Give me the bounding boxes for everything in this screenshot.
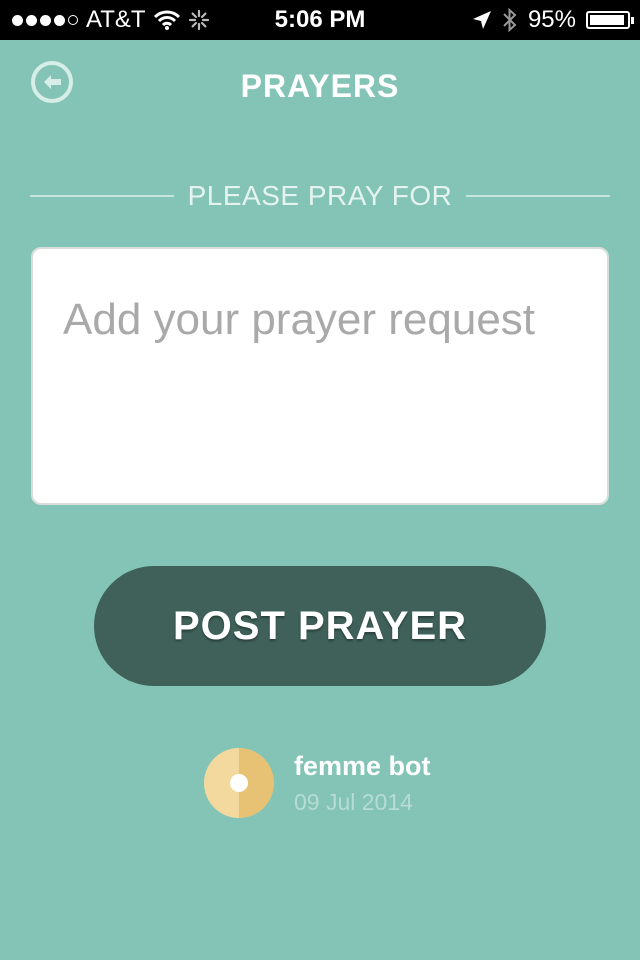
battery-icon [586, 11, 634, 29]
battery-percent: 95% [527, 6, 576, 33]
page-title: PRAYERS [240, 68, 400, 104]
user-name: femme bot [294, 750, 431, 781]
status-bar: AT&T 5:06 PM 95% [0, 0, 640, 40]
location-arrow-icon [472, 11, 491, 29]
status-bar-right: 95% [472, 0, 634, 40]
post-date: 09 Jul 2014 [294, 788, 413, 815]
avatar-icon [204, 748, 274, 818]
prayer-request-input[interactable] [31, 247, 609, 505]
battery-fill [590, 15, 625, 25]
divider-left [30, 195, 174, 197]
section-label-row: PLEASE PRAY FOR [30, 176, 610, 216]
post-prayer-button[interactable]: POST PRAYER [94, 566, 546, 686]
divider-right [466, 195, 610, 197]
user-info: femme bot 09 Jul 2014 [204, 747, 431, 819]
user-text: femme bot 09 Jul 2014 [294, 749, 431, 818]
section-label: PLEASE PRAY FOR [187, 180, 453, 211]
bluetooth-icon [503, 7, 517, 33]
